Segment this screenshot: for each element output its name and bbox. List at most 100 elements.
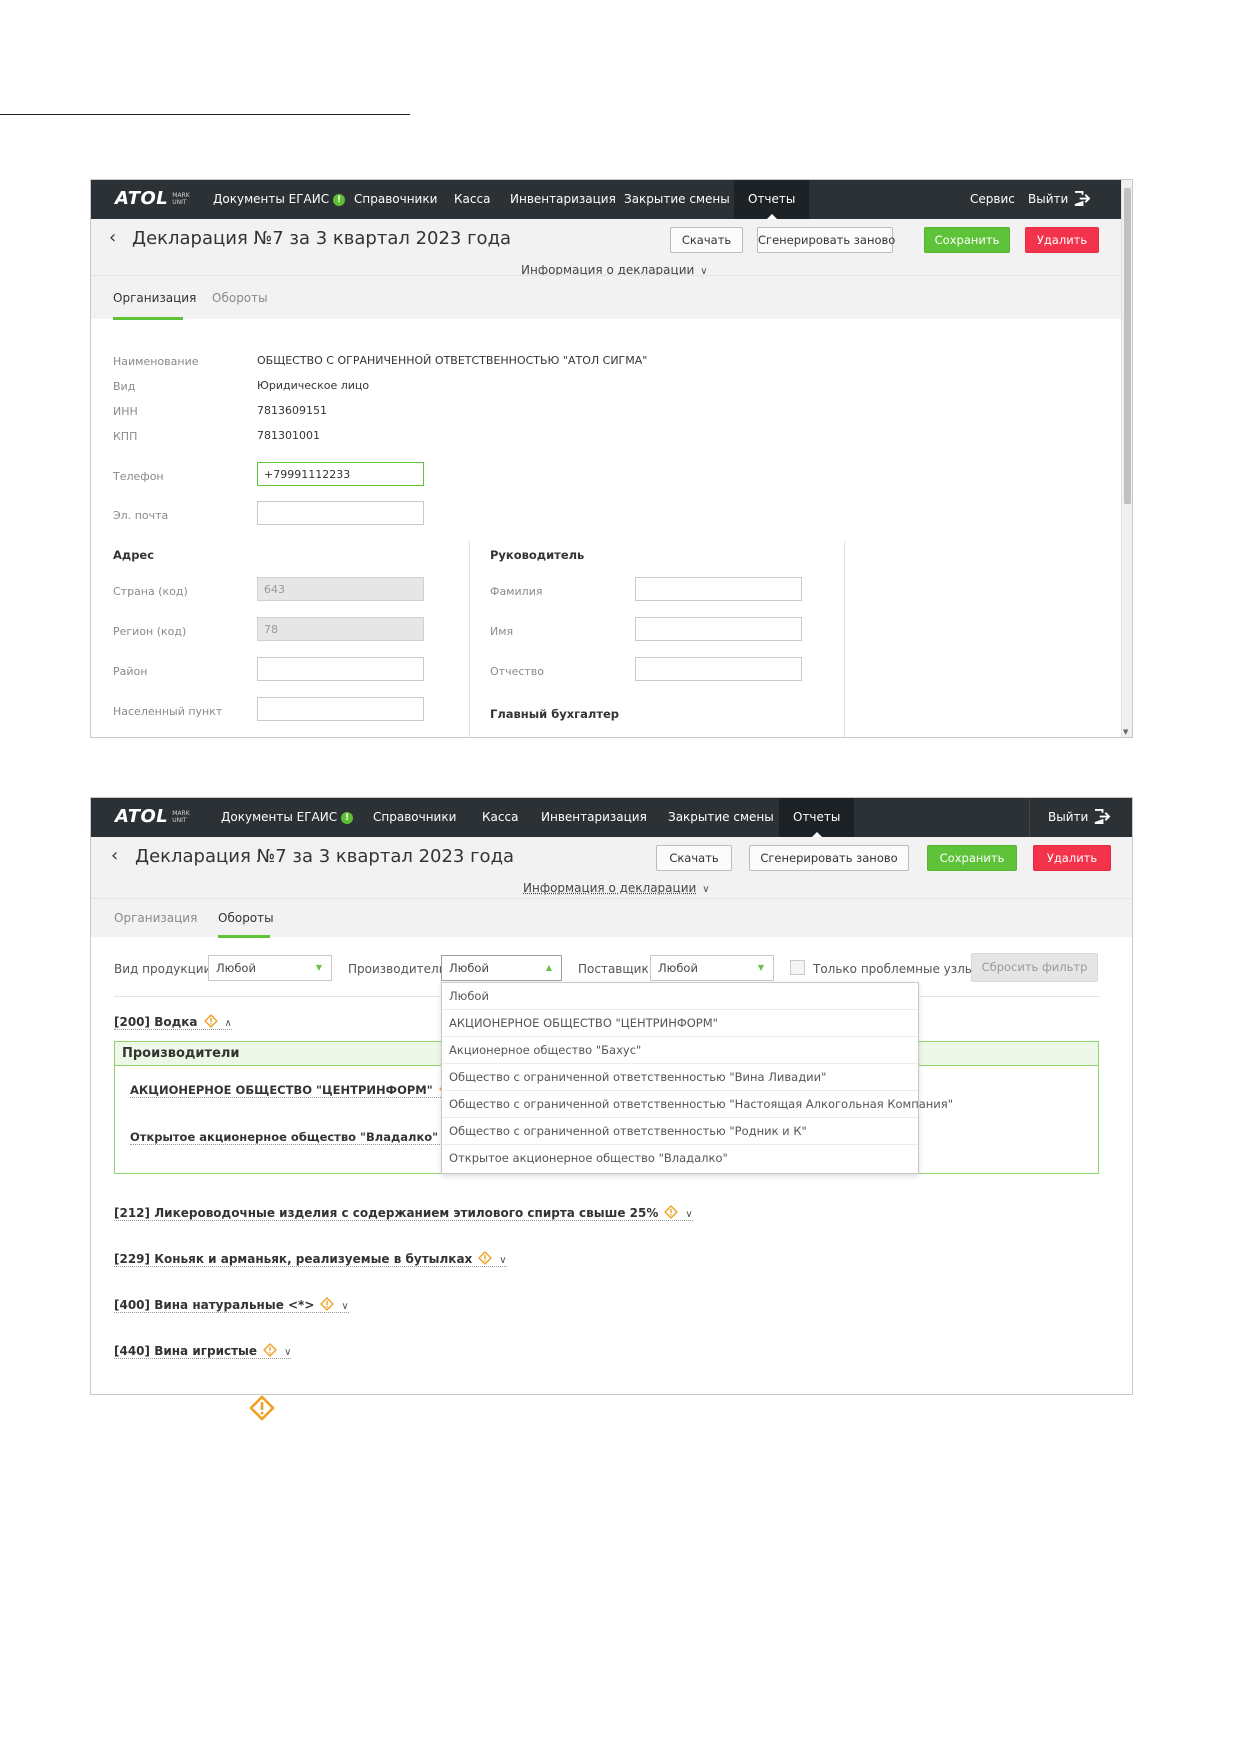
warning-icon	[478, 1251, 492, 1265]
nav-docs-egais[interactable]: Документы ЕГАИС!	[213, 180, 346, 219]
atol-logo: ATOL MARK UNIT	[115, 806, 190, 827]
nav-refs[interactable]: Справочники	[373, 798, 456, 837]
country-field	[257, 577, 424, 601]
dropdown-option[interactable]: Общество с ограниченной ответственностью…	[442, 1118, 918, 1145]
dropdown-option[interactable]: Любой	[442, 983, 918, 1010]
scrollbar[interactable]: ▼	[1121, 180, 1132, 737]
scrollbar-thumb[interactable]	[1124, 188, 1131, 504]
nav-reports[interactable]: Отчеты	[734, 180, 810, 219]
chevron-down-icon: ∨	[499, 1255, 507, 1266]
declaration-info-toggle[interactable]: Информация о декларации ∨	[523, 881, 710, 895]
district-field[interactable]	[257, 657, 424, 681]
warning-icon	[204, 1014, 218, 1028]
dropdown-option[interactable]: Общество с ограниченной ответственностью…	[442, 1064, 918, 1091]
nav-kassa[interactable]: Касса	[482, 798, 518, 837]
group-400-header[interactable]: [400] Вина натуральные <*> ∨	[114, 1297, 349, 1313]
scroll-down-icon[interactable]: ▼	[1123, 728, 1128, 736]
patronymic-field[interactable]	[635, 657, 802, 681]
dropdown-option[interactable]: Общество с ограниченной ответственностью…	[442, 1091, 953, 1118]
nav-docs-egais[interactable]: Документы ЕГАИС!	[221, 798, 354, 837]
alert-badge: !	[333, 194, 346, 206]
nav-logout[interactable]: Выйти	[1028, 180, 1091, 219]
nav-service[interactable]: Сервис	[970, 180, 1015, 219]
producer-dropdown: Любой АКЦИОНЕРНОЕ ОБЩЕСТВО "ЦЕНТРИНФОРМ"…	[441, 982, 953, 1174]
type-value: Юридическое лицо	[257, 379, 370, 392]
firstname-label: Имя	[490, 625, 514, 638]
address-heading: Адрес	[113, 548, 155, 562]
nav-inventory[interactable]: Инвентаризация	[510, 180, 616, 219]
save-button[interactable]: Сохранить	[927, 845, 1017, 871]
download-button[interactable]: Скачать	[656, 845, 732, 871]
logo-sub: MARK UNIT	[172, 809, 190, 824]
phone-field[interactable]	[257, 462, 424, 486]
nav-reports[interactable]: Отчеты	[779, 798, 855, 837]
nav-divider	[1029, 798, 1030, 837]
kpp-label: КПП	[113, 430, 138, 443]
producer-row[interactable]: АКЦИОНЕРНОЕ ОБЩЕСТВО "ЦЕНТРИНФОРМ"∨	[130, 1082, 468, 1098]
product-type-select[interactable]: Любой ▼	[208, 955, 332, 981]
name-label: Наименование	[113, 355, 199, 368]
nav-shift-close[interactable]: Закрытие смены	[668, 798, 774, 837]
save-button[interactable]: Сохранить	[924, 227, 1010, 253]
accountant-heading: Главный бухгалтер	[490, 707, 620, 721]
dropdown-option[interactable]: Открытое акционерное общество "Владалко"	[442, 1145, 918, 1172]
back-icon[interactable]: ‹	[111, 845, 118, 866]
problem-only-label: Только проблемные узлы	[813, 962, 975, 976]
caret-up-icon: ▲	[545, 963, 552, 972]
inn-label: ИНН	[113, 405, 138, 418]
column-divider	[469, 541, 470, 737]
email-field[interactable]	[257, 501, 424, 525]
locality-field[interactable]	[257, 697, 424, 721]
dropdown-option[interactable]: Акционерное общество "Бахус"	[442, 1037, 918, 1064]
tab-turnover[interactable]: Обороты	[218, 911, 274, 925]
nav-refs[interactable]: Справочники	[354, 180, 437, 219]
district-label: Район	[113, 665, 148, 678]
nav-shift-close[interactable]: Закрытие смены	[624, 180, 730, 219]
delete-button[interactable]: Удалить	[1025, 227, 1099, 253]
surname-field[interactable]	[635, 577, 802, 601]
surname-label: Фамилия	[490, 585, 543, 598]
download-button[interactable]: Скачать	[670, 227, 743, 253]
group-212-header[interactable]: [212] Ликероводочные изделия с содержани…	[114, 1205, 693, 1221]
problem-only-checkbox[interactable]	[790, 960, 805, 975]
chevron-down-icon: ∨	[702, 884, 710, 895]
warning-icon	[263, 1343, 277, 1357]
producer-row[interactable]: Открытое акционерное общество "Владалко"…	[130, 1129, 473, 1145]
delete-button[interactable]: Удалить	[1033, 845, 1111, 871]
active-tab-indicator	[218, 935, 270, 938]
country-label: Страна (код)	[113, 585, 188, 598]
nav-kassa[interactable]: Касса	[454, 180, 490, 219]
supplier-select[interactable]: Любой ▼	[650, 955, 774, 981]
tab-turnover[interactable]: Обороты	[212, 291, 268, 305]
nav-logout[interactable]: Выйти	[1048, 798, 1111, 837]
caret-down-icon: ▼	[315, 963, 322, 972]
regenerate-button[interactable]: Сгенерировать заново	[749, 845, 909, 871]
producer-select[interactable]: Любой ▲	[441, 955, 562, 981]
chevron-down-icon: ∨	[685, 1209, 693, 1220]
top-nav: ATOL MARK UNIT Документы ЕГАИС! Справочни…	[91, 180, 1132, 219]
tab-organization[interactable]: Организация	[114, 911, 197, 925]
phone-label: Телефон	[113, 470, 164, 483]
group-200-header[interactable]: [200] Водка ∧	[114, 1014, 232, 1030]
group-229-header[interactable]: [229] Коньяк и арманьяк, реализуемые в б…	[114, 1251, 507, 1267]
firstname-field[interactable]	[635, 617, 802, 641]
warning-icon	[249, 1395, 275, 1421]
back-icon[interactable]: ‹	[109, 227, 116, 248]
regenerate-button[interactable]: Сгенерировать заново	[757, 227, 895, 253]
nav-inventory[interactable]: Инвентаризация	[541, 798, 647, 837]
chevron-up-icon: ∧	[224, 1018, 232, 1029]
reset-filter-button[interactable]: Сбросить фильтр	[971, 953, 1098, 982]
alert-badge: !	[341, 812, 354, 824]
top-rule	[0, 114, 410, 115]
dropdown-option[interactable]: АКЦИОНЕРНОЕ ОБЩЕСТВО "ЦЕНТРИНФОРМ"	[442, 1010, 918, 1037]
email-label: Эл. почта	[113, 509, 169, 522]
type-label: Вид	[113, 380, 136, 393]
warning-icon	[664, 1205, 678, 1219]
atol-logo: ATOL MARK UNIT	[115, 188, 190, 209]
group-440-header[interactable]: [440] Вина игристые ∨	[114, 1343, 292, 1359]
logo-sub: MARK UNIT	[172, 191, 190, 206]
tab-organization[interactable]: Организация	[113, 291, 196, 305]
logo-wordmark: ATOL	[115, 188, 169, 209]
tabs-bar: Организация Обороты	[91, 275, 1132, 320]
screenshot-turnover: ATOL MARK UNIT Документы ЕГАИС! Справочни…	[90, 797, 1133, 1395]
